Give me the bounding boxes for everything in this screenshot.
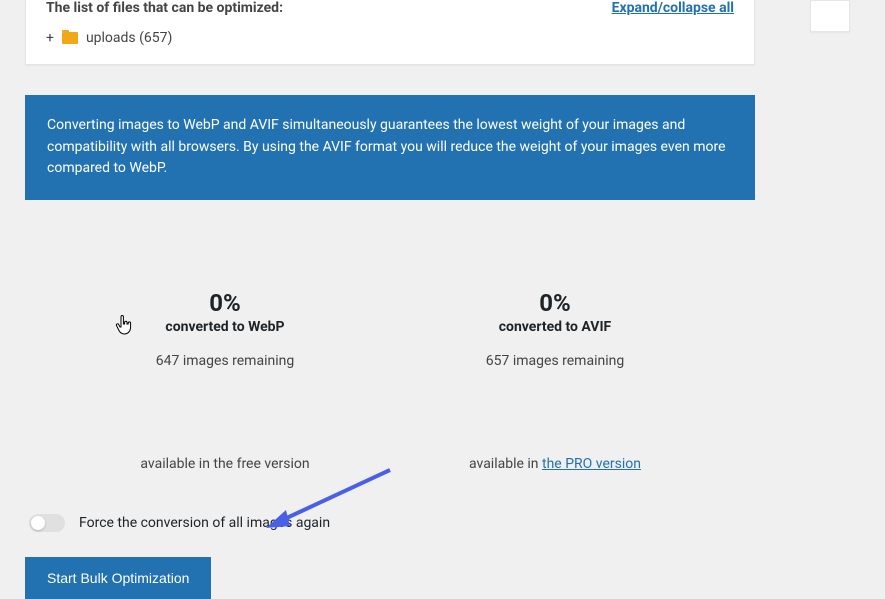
info-banner: Converting images to WebP and AVIF simul… [25, 95, 755, 200]
force-toggle-row: Force the conversion of all images again [29, 514, 755, 532]
expand-icon[interactable]: + [46, 30, 54, 46]
pro-version-link[interactable]: the PRO version [542, 456, 641, 472]
file-list-card: The list of files that can be optimized:… [25, 0, 755, 65]
webp-stat-circle: 0% converted to WebP 647 images remainin… [128, 232, 322, 426]
avif-label: converted to AVIF [499, 319, 611, 335]
sidebar-widget [810, 0, 850, 32]
avif-stat-circle: 0% converted to AVIF 657 images remainin… [458, 232, 652, 426]
webp-availability: available in the free version [140, 456, 309, 472]
expand-collapse-link[interactable]: Expand/collapse all [612, 0, 734, 16]
avif-availability: available in the PRO version [469, 456, 641, 472]
start-bulk-optimization-button[interactable]: Start Bulk Optimization [25, 557, 211, 599]
webp-remaining: 647 images remaining [156, 353, 294, 369]
file-list-title: The list of files that can be optimized: [46, 0, 283, 16]
webp-label: converted to WebP [165, 319, 284, 335]
webp-percent: 0% [209, 289, 241, 317]
webp-stat-column: 0% converted to WebP 647 images remainin… [95, 232, 355, 472]
force-conversion-toggle[interactable] [29, 514, 65, 532]
avif-remaining: 657 images remaining [486, 353, 624, 369]
avif-percent: 0% [539, 289, 571, 317]
folder-icon [62, 32, 78, 44]
force-toggle-label: Force the conversion of all images again [79, 515, 330, 531]
folder-row[interactable]: + uploads (657) [46, 24, 734, 46]
folder-name: uploads (657) [86, 30, 172, 46]
stats-row: 0% converted to WebP 647 images remainin… [25, 232, 755, 472]
toggle-knob [31, 516, 45, 530]
avif-stat-column: 0% converted to AVIF 657 images remainin… [425, 232, 685, 472]
